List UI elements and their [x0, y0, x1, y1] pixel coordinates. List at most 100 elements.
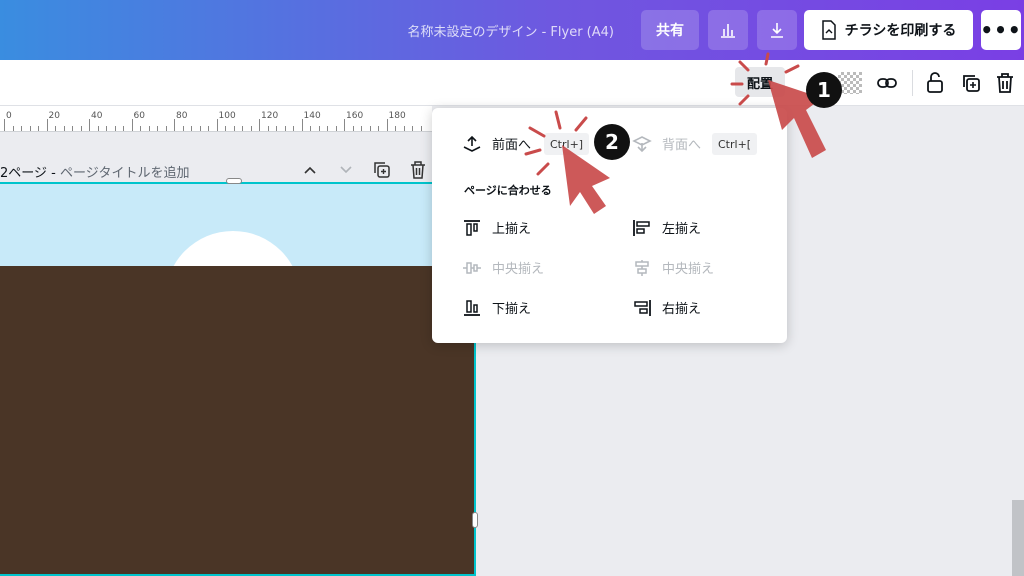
ruler-tick	[123, 126, 124, 131]
ruler-number: 0	[6, 111, 12, 121]
ruler-tick	[403, 126, 405, 131]
ruler-tick	[191, 126, 192, 131]
align-bottom-icon	[464, 299, 480, 316]
send-backward-item[interactable]: 背面へ	[632, 134, 701, 153]
ruler-tick	[38, 126, 39, 131]
align-right-label: 右揃え	[662, 302, 702, 317]
step-badge-2: 2	[594, 124, 630, 160]
bring-forward-label: 前面へ	[492, 138, 532, 153]
page-header: 2ページ - ページタイトルを追加	[0, 152, 432, 182]
print-doc-icon	[821, 20, 836, 40]
ruler-tick	[259, 119, 260, 131]
ruler-tick	[199, 126, 201, 131]
send-backward-shortcut: Ctrl+[	[712, 133, 758, 155]
ruler-tick	[114, 126, 116, 131]
ruler-tick	[378, 126, 379, 131]
ruler-tick	[369, 126, 371, 131]
ruler-tick	[216, 119, 218, 131]
ruler-tick	[250, 126, 252, 131]
align-left-icon	[633, 219, 650, 236]
ruler-number: 60	[133, 111, 145, 121]
ruler-tick	[267, 126, 269, 131]
align-bottom-label: 下揃え	[492, 302, 532, 317]
vertical-scrollbar[interactable]	[1012, 500, 1024, 576]
arrange-button[interactable]: 配置	[735, 67, 785, 97]
design-canvas[interactable]	[0, 182, 476, 576]
send-backward-label: 背面へ	[662, 138, 702, 153]
ruler-number: 40	[91, 111, 103, 121]
ruler-tick	[140, 126, 141, 131]
toolbar-divider	[912, 70, 913, 96]
ruler-tick	[106, 126, 107, 131]
step-badge-1: 1	[806, 72, 842, 108]
ruler-number: 140	[303, 111, 321, 121]
bring-forward-icon	[463, 135, 481, 152]
insights-button[interactable]	[708, 10, 748, 50]
ruler-number: 120	[261, 111, 279, 121]
bring-forward-item[interactable]: 前面へ	[462, 134, 531, 153]
ruler-tick	[225, 126, 226, 131]
delete-page-icon[interactable]	[408, 160, 428, 180]
share-button[interactable]: 共有	[641, 10, 699, 50]
align-bottom-item[interactable]: 下揃え	[462, 298, 531, 317]
ruler-number: 80	[176, 111, 188, 121]
ruler-tick	[352, 126, 354, 131]
ruler-tick	[4, 119, 5, 131]
ruler-tick	[157, 126, 158, 131]
ruler-tick	[420, 126, 422, 131]
ruler-tick	[97, 126, 99, 131]
ruler-tick	[233, 126, 235, 131]
align-top-item[interactable]: 上揃え	[462, 218, 531, 237]
ruler-tick	[386, 119, 388, 131]
ruler-tick	[412, 126, 413, 131]
align-center-label: 中央揃え	[662, 262, 715, 277]
ruler-tick	[310, 126, 311, 131]
print-flyer-button[interactable]: チラシを印刷する	[804, 10, 973, 50]
page-title-placeholder[interactable]: ページタイトルを追加	[60, 166, 189, 181]
align-center-item[interactable]: 中央揃え	[632, 258, 714, 277]
ruler-tick	[276, 126, 277, 131]
download-icon	[771, 23, 783, 38]
duplicate-icon[interactable]	[958, 70, 984, 96]
download-button[interactable]	[757, 10, 797, 50]
align-center-icon	[635, 259, 649, 276]
ruler-tick	[72, 126, 73, 131]
ruler-tick	[21, 126, 22, 131]
ruler-tick	[148, 126, 150, 131]
context-toolbar	[0, 60, 1024, 106]
arrange-label: 配置	[746, 76, 773, 92]
align-right-item[interactable]: 右揃え	[632, 298, 701, 317]
ruler-tick	[89, 119, 90, 131]
ruler-tick	[344, 119, 345, 131]
ruler-tick	[301, 119, 303, 131]
align-top-icon	[464, 219, 480, 236]
ruler-tick	[174, 119, 175, 131]
resize-handle-top[interactable]	[226, 178, 242, 184]
ruler-tick	[293, 126, 294, 131]
link-icon[interactable]	[874, 70, 900, 96]
top-bar: 名称未設定のデザイン - Flyer (A4) 共有 チラシを印刷する •••	[0, 0, 1024, 60]
page-number: 2ページ -	[0, 166, 60, 181]
ruler-tick	[131, 119, 133, 131]
page-title[interactable]: 2ページ - ページタイトルを追加	[0, 162, 189, 181]
duplicate-page-icon[interactable]	[372, 160, 392, 180]
ruler-tick	[55, 126, 56, 131]
align-middle-icon	[463, 261, 481, 274]
chevron-down-icon[interactable]	[336, 160, 356, 180]
ruler-number: 160	[346, 111, 364, 121]
resize-handle-right[interactable]	[472, 512, 478, 528]
align-middle-item[interactable]: 中央揃え	[462, 258, 544, 277]
chevron-up-icon[interactable]	[300, 160, 320, 180]
more-options-button[interactable]: •••	[980, 10, 1021, 50]
ruler-tick	[12, 126, 14, 131]
unlock-icon[interactable]	[922, 70, 948, 96]
trash-icon[interactable]	[992, 70, 1018, 96]
ground-rectangle[interactable]	[0, 266, 474, 574]
ruler-tick	[242, 126, 243, 131]
align-left-item[interactable]: 左揃え	[632, 218, 701, 237]
fit-to-page-heading: ページに合わせる	[464, 184, 552, 197]
align-right-icon	[634, 299, 651, 316]
ruler-number: 180	[388, 111, 406, 121]
document-title[interactable]: 名称未設定のデザイン - Flyer (A4)	[407, 21, 614, 40]
align-top-label: 上揃え	[492, 222, 532, 237]
